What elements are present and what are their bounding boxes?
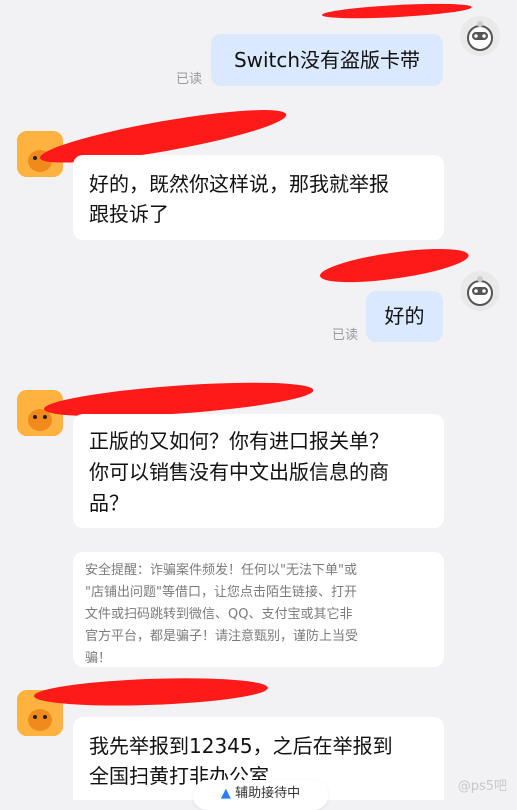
message-text: 你可以销售没有中文出版信息的商 — [89, 460, 389, 484]
assist-status-label: 辅助接待中 — [235, 786, 301, 801]
message-bubble-incoming[interactable]: 好的，既然你这样说，那我就举报 跟投诉了 — [73, 155, 444, 240]
message-text: 好的 — [384, 304, 425, 328]
up-arrow-icon: ▲ — [220, 786, 231, 801]
notice-text: 安全提醒：诈骗案件频发！任何以"无法下单"或 — [85, 563, 357, 578]
message-bubble-incoming[interactable]: 正版的又如何？你有进口报关单？ 你可以销售没有中文出版信息的商 品？ — [73, 414, 444, 528]
message-text: 跟投诉了 — [89, 202, 169, 226]
watermark: @ps5吧 — [457, 779, 507, 794]
read-receipt: 已读 — [332, 328, 359, 343]
notice-text: 骗！ — [85, 651, 112, 666]
assist-status-pill[interactable]: ▲ 辅助接待中 — [193, 780, 328, 810]
message-text: 好的，既然你这样说，那我就举报 — [89, 172, 389, 196]
notice-text: 文件或扫码跳转到微信、QQ、支付宝或其它非 — [85, 607, 353, 622]
notice-text: "店铺出问题"等借口，让您点击陌生链接、打开 — [85, 585, 357, 600]
message-text: 品？ — [89, 491, 129, 515]
message-bubble-outgoing[interactable]: Switch没有盗版卡带 — [211, 34, 443, 86]
read-receipt: 已读 — [176, 72, 203, 87]
user-avatar[interactable] — [460, 271, 500, 311]
redacted-name — [318, 242, 471, 289]
message-text: 我先举报到12345，之后在举报到 — [89, 734, 393, 758]
user-avatar[interactable] — [460, 16, 500, 56]
redacted-name — [321, 1, 473, 21]
message-text: 正版的又如何？你有进口报关单？ — [89, 429, 389, 453]
message-text: Switch没有盗版卡带 — [233, 48, 421, 72]
redacted-name — [33, 674, 269, 709]
safety-notice: 安全提醒：诈骗案件频发！任何以"无法下单"或 "店铺出问题"等借口，让您点击陌生… — [73, 552, 444, 667]
message-bubble-outgoing[interactable]: 好的 — [366, 291, 443, 342]
notice-text: 官方平台，都是骗子！请注意甄别，谨防上当受 — [85, 629, 359, 644]
